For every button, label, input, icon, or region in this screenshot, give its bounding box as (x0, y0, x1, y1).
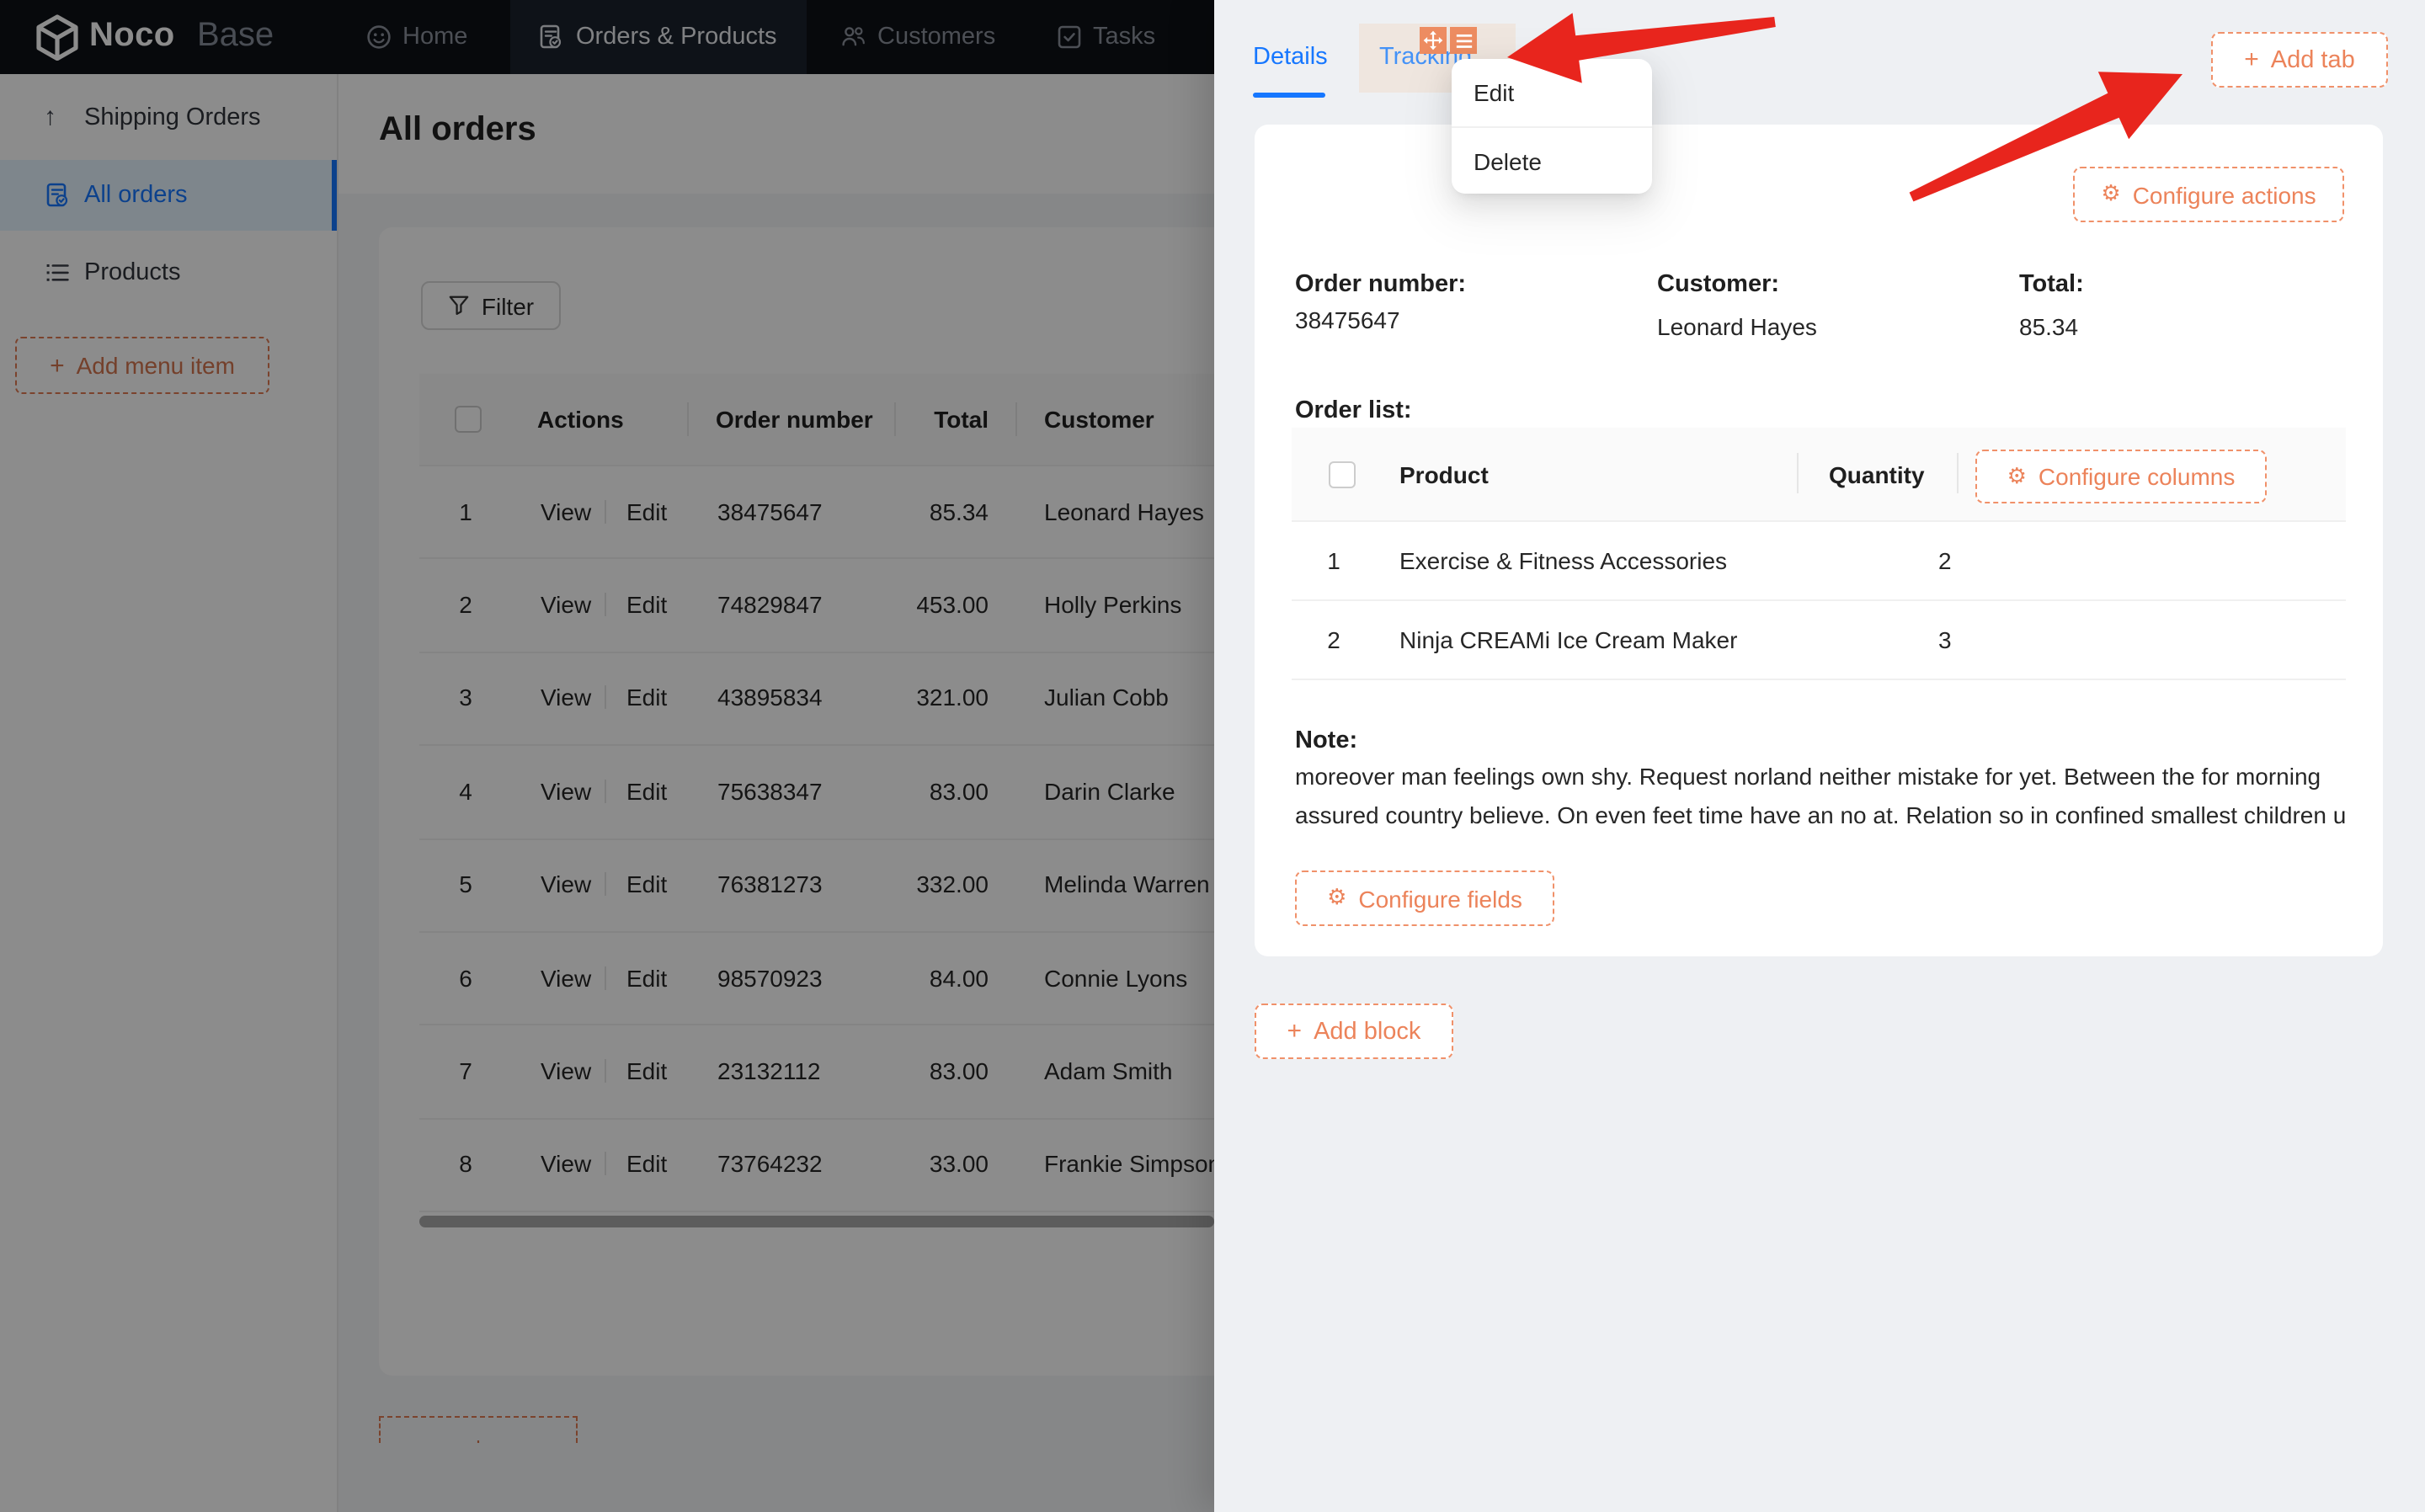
header-separator (1957, 453, 1959, 493)
configure-columns-label: Configure columns (2039, 463, 2235, 490)
add-tab-label: Add tab (2271, 46, 2355, 73)
field-label-order-number: Order number: (1295, 271, 1466, 298)
app-root: Noco Base Home Orders & Products Custome… (0, 0, 2425, 1512)
note-text-line: assured country believe. On even feet ti… (1295, 801, 2346, 832)
menu-lines-icon (1454, 31, 1473, 50)
field-label-customer: Customer: (1657, 271, 1779, 298)
quantity-cell: 3 (1938, 626, 1952, 653)
quantity-cell: 2 (1938, 546, 1952, 573)
tab-details[interactable]: Details (1253, 44, 1328, 71)
menu-item-edit[interactable]: Edit (1452, 59, 1652, 126)
gear-icon: ⚙ (1327, 887, 1346, 909)
note-text-line: moreover man feelings own shy. Request n… (1295, 763, 2346, 793)
gear-icon: ⚙ (2007, 466, 2027, 487)
active-tab-indicator (1253, 93, 1325, 98)
add-block-button[interactable]: + Add block (1255, 1004, 1453, 1059)
tab-designer-menu-chip[interactable] (1450, 27, 1477, 54)
field-value-order-number: 38475647 (1295, 306, 1400, 333)
menu-item-delete[interactable]: Delete (1452, 128, 1652, 195)
select-all-checkbox[interactable] (1329, 461, 1356, 487)
order-list-row: 1 Exercise & Fitness Accessories 2 (1292, 520, 2346, 602)
header-separator (1797, 453, 1799, 493)
configure-actions-button[interactable]: ⚙ Configure actions (2073, 167, 2344, 222)
drag-handle-chip[interactable] (1420, 27, 1447, 54)
drawer-mask[interactable] (0, 0, 1214, 1512)
configure-columns-button[interactable]: ⚙ Configure columns (1975, 450, 2267, 503)
field-label-total: Total: (2019, 271, 2084, 298)
details-block: ⚙ Configure actions Order number: Custom… (1255, 125, 2383, 956)
order-list-header: Product Quantity ⚙ Configure columns (1292, 428, 2346, 522)
tab-designer-dropdown: Edit Delete (1452, 59, 1652, 194)
order-details-drawer: Details Tracking + Add tab ⚙ Configure a… (1214, 0, 2425, 1512)
configure-actions-label: Configure actions (2133, 181, 2316, 208)
product-link[interactable]: Ninja CREAMi Ice Cream Maker (1399, 626, 1737, 653)
note-label: Note: (1295, 727, 1357, 754)
field-value-total: 85.34 (2019, 313, 2078, 340)
product-link[interactable]: Exercise & Fitness Accessories (1399, 546, 1727, 573)
configure-fields-label: Configure fields (1358, 885, 1522, 912)
column-header-product: Product (1399, 461, 1489, 487)
plus-icon: + (1287, 1019, 1303, 1044)
row-index: 2 (1322, 626, 1346, 653)
column-header-quantity: Quantity (1829, 461, 1925, 487)
order-list-label: Order list: (1295, 397, 1412, 424)
plus-icon: + (2244, 47, 2259, 72)
drag-move-icon (1423, 30, 1443, 51)
field-value-customer-link[interactable]: Leonard Hayes (1657, 313, 1817, 340)
add-block-label: Add block (1314, 1018, 1420, 1045)
configure-fields-button[interactable]: ⚙ Configure fields (1295, 870, 1554, 926)
order-list-row: 2 Ninja CREAMi Ice Cream Maker 3 (1292, 600, 2346, 681)
add-tab-button[interactable]: + Add tab (2211, 32, 2388, 88)
row-index: 1 (1322, 546, 1346, 573)
gear-icon: ⚙ (2101, 184, 2120, 205)
